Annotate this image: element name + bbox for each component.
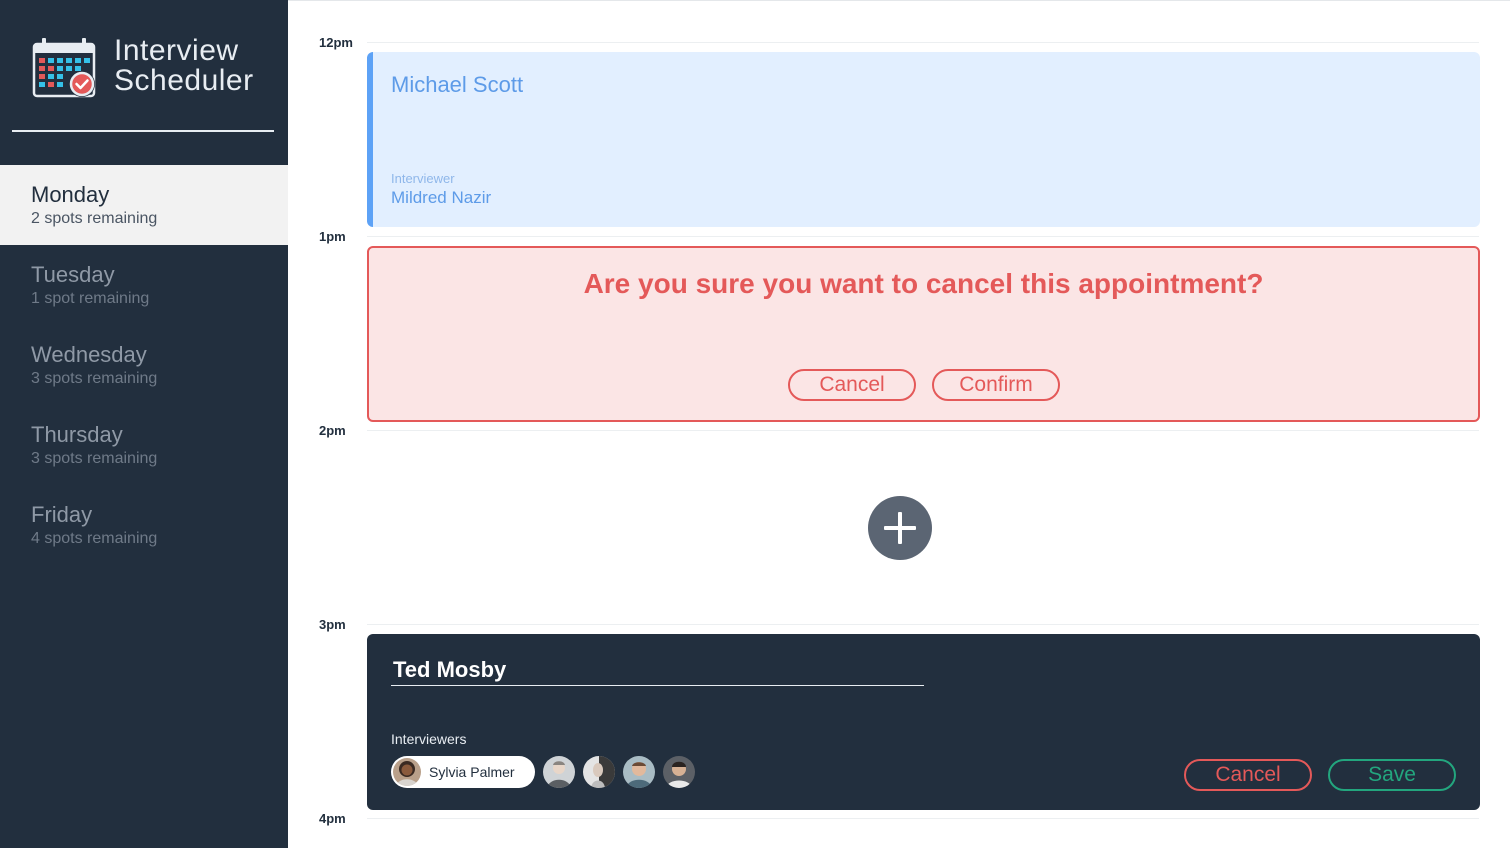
hour-separator: [367, 430, 1479, 431]
interviewers-label: Interviewers: [391, 731, 467, 747]
hour-separator: [367, 42, 1479, 43]
confirm-cancel-button[interactable]: Cancel: [788, 369, 916, 401]
interviewer-name: Sylvia Palmer: [429, 764, 515, 780]
time-label-3pm: 3pm: [319, 617, 346, 632]
hour-separator: [367, 624, 1479, 625]
day-item-friday[interactable]: Friday 4 spots remaining: [0, 485, 288, 565]
day-item-wednesday[interactable]: Wednesday 3 spots remaining: [0, 325, 288, 405]
interviewer-avatar[interactable]: [623, 756, 655, 788]
student-name-input[interactable]: [391, 654, 924, 686]
schedule: 12pm 1pm 2pm 3pm 4pm Michael Scott Inter…: [288, 0, 1510, 848]
day-list: Monday 2 spots remaining Tuesday 1 spot …: [0, 165, 288, 565]
time-label-12pm: 12pm: [319, 35, 353, 50]
hour-separator: [367, 236, 1479, 237]
confirm-message: Are you sure you want to cancel this app…: [583, 268, 1264, 299]
interviewer-name: Mildred Nazir: [391, 188, 492, 207]
add-appointment-button[interactable]: [868, 496, 932, 560]
brand: Interview Scheduler: [32, 36, 272, 100]
avatar: [393, 758, 421, 786]
day-name: Friday: [31, 502, 93, 527]
day-name: Tuesday: [31, 262, 115, 287]
time-label-2pm: 2pm: [319, 423, 346, 438]
day-name: Thursday: [31, 422, 123, 447]
appointment-confirm-card: Are you sure you want to cancel this app…: [367, 246, 1480, 422]
plus-icon: [884, 512, 916, 544]
save-button[interactable]: Save: [1328, 759, 1456, 791]
sidebar-divider: [12, 130, 274, 132]
appointment-student-name: Michael Scott: [391, 72, 524, 97]
app-title-line1: Interview: [114, 34, 239, 67]
day-spots: 1 spot remaining: [31, 290, 150, 307]
day-spots: 3 spots remaining: [31, 450, 158, 467]
day-spots: 2 spots remaining: [31, 210, 158, 227]
day-spots: 3 spots remaining: [31, 370, 158, 387]
day-name: Monday: [31, 182, 110, 207]
form-cancel-button[interactable]: Cancel: [1184, 759, 1312, 791]
appointment-form-card: Interviewers Sylvia Palmer: [367, 634, 1480, 810]
hour-separator: [367, 818, 1479, 819]
day-name: Wednesday: [31, 342, 147, 367]
time-label-4pm: 4pm: [319, 811, 346, 826]
day-item-thursday[interactable]: Thursday 3 spots remaining: [0, 405, 288, 485]
interviewer-avatar[interactable]: [543, 756, 575, 788]
day-item-monday[interactable]: Monday 2 spots remaining: [0, 165, 288, 245]
calendar-logo-icon: [32, 38, 96, 98]
confirm-button[interactable]: Confirm: [932, 369, 1060, 401]
app-title: Interview Scheduler: [114, 36, 254, 96]
appointment-show-card[interactable]: Michael Scott Interviewer Mildred Nazir: [367, 52, 1480, 227]
day-spots: 4 spots remaining: [31, 530, 158, 547]
sidebar: Interview Scheduler Monday 2 spots remai…: [0, 0, 288, 848]
interviewer-avatar[interactable]: [583, 756, 615, 788]
app-title-line2: Scheduler: [114, 64, 254, 97]
time-label-1pm: 1pm: [319, 229, 346, 244]
interviewer-avatar[interactable]: [663, 756, 695, 788]
interviewer-item-selected[interactable]: Sylvia Palmer: [391, 756, 535, 788]
interviewer-label: Interviewer: [391, 171, 455, 186]
day-item-tuesday[interactable]: Tuesday 1 spot remaining: [0, 245, 288, 325]
